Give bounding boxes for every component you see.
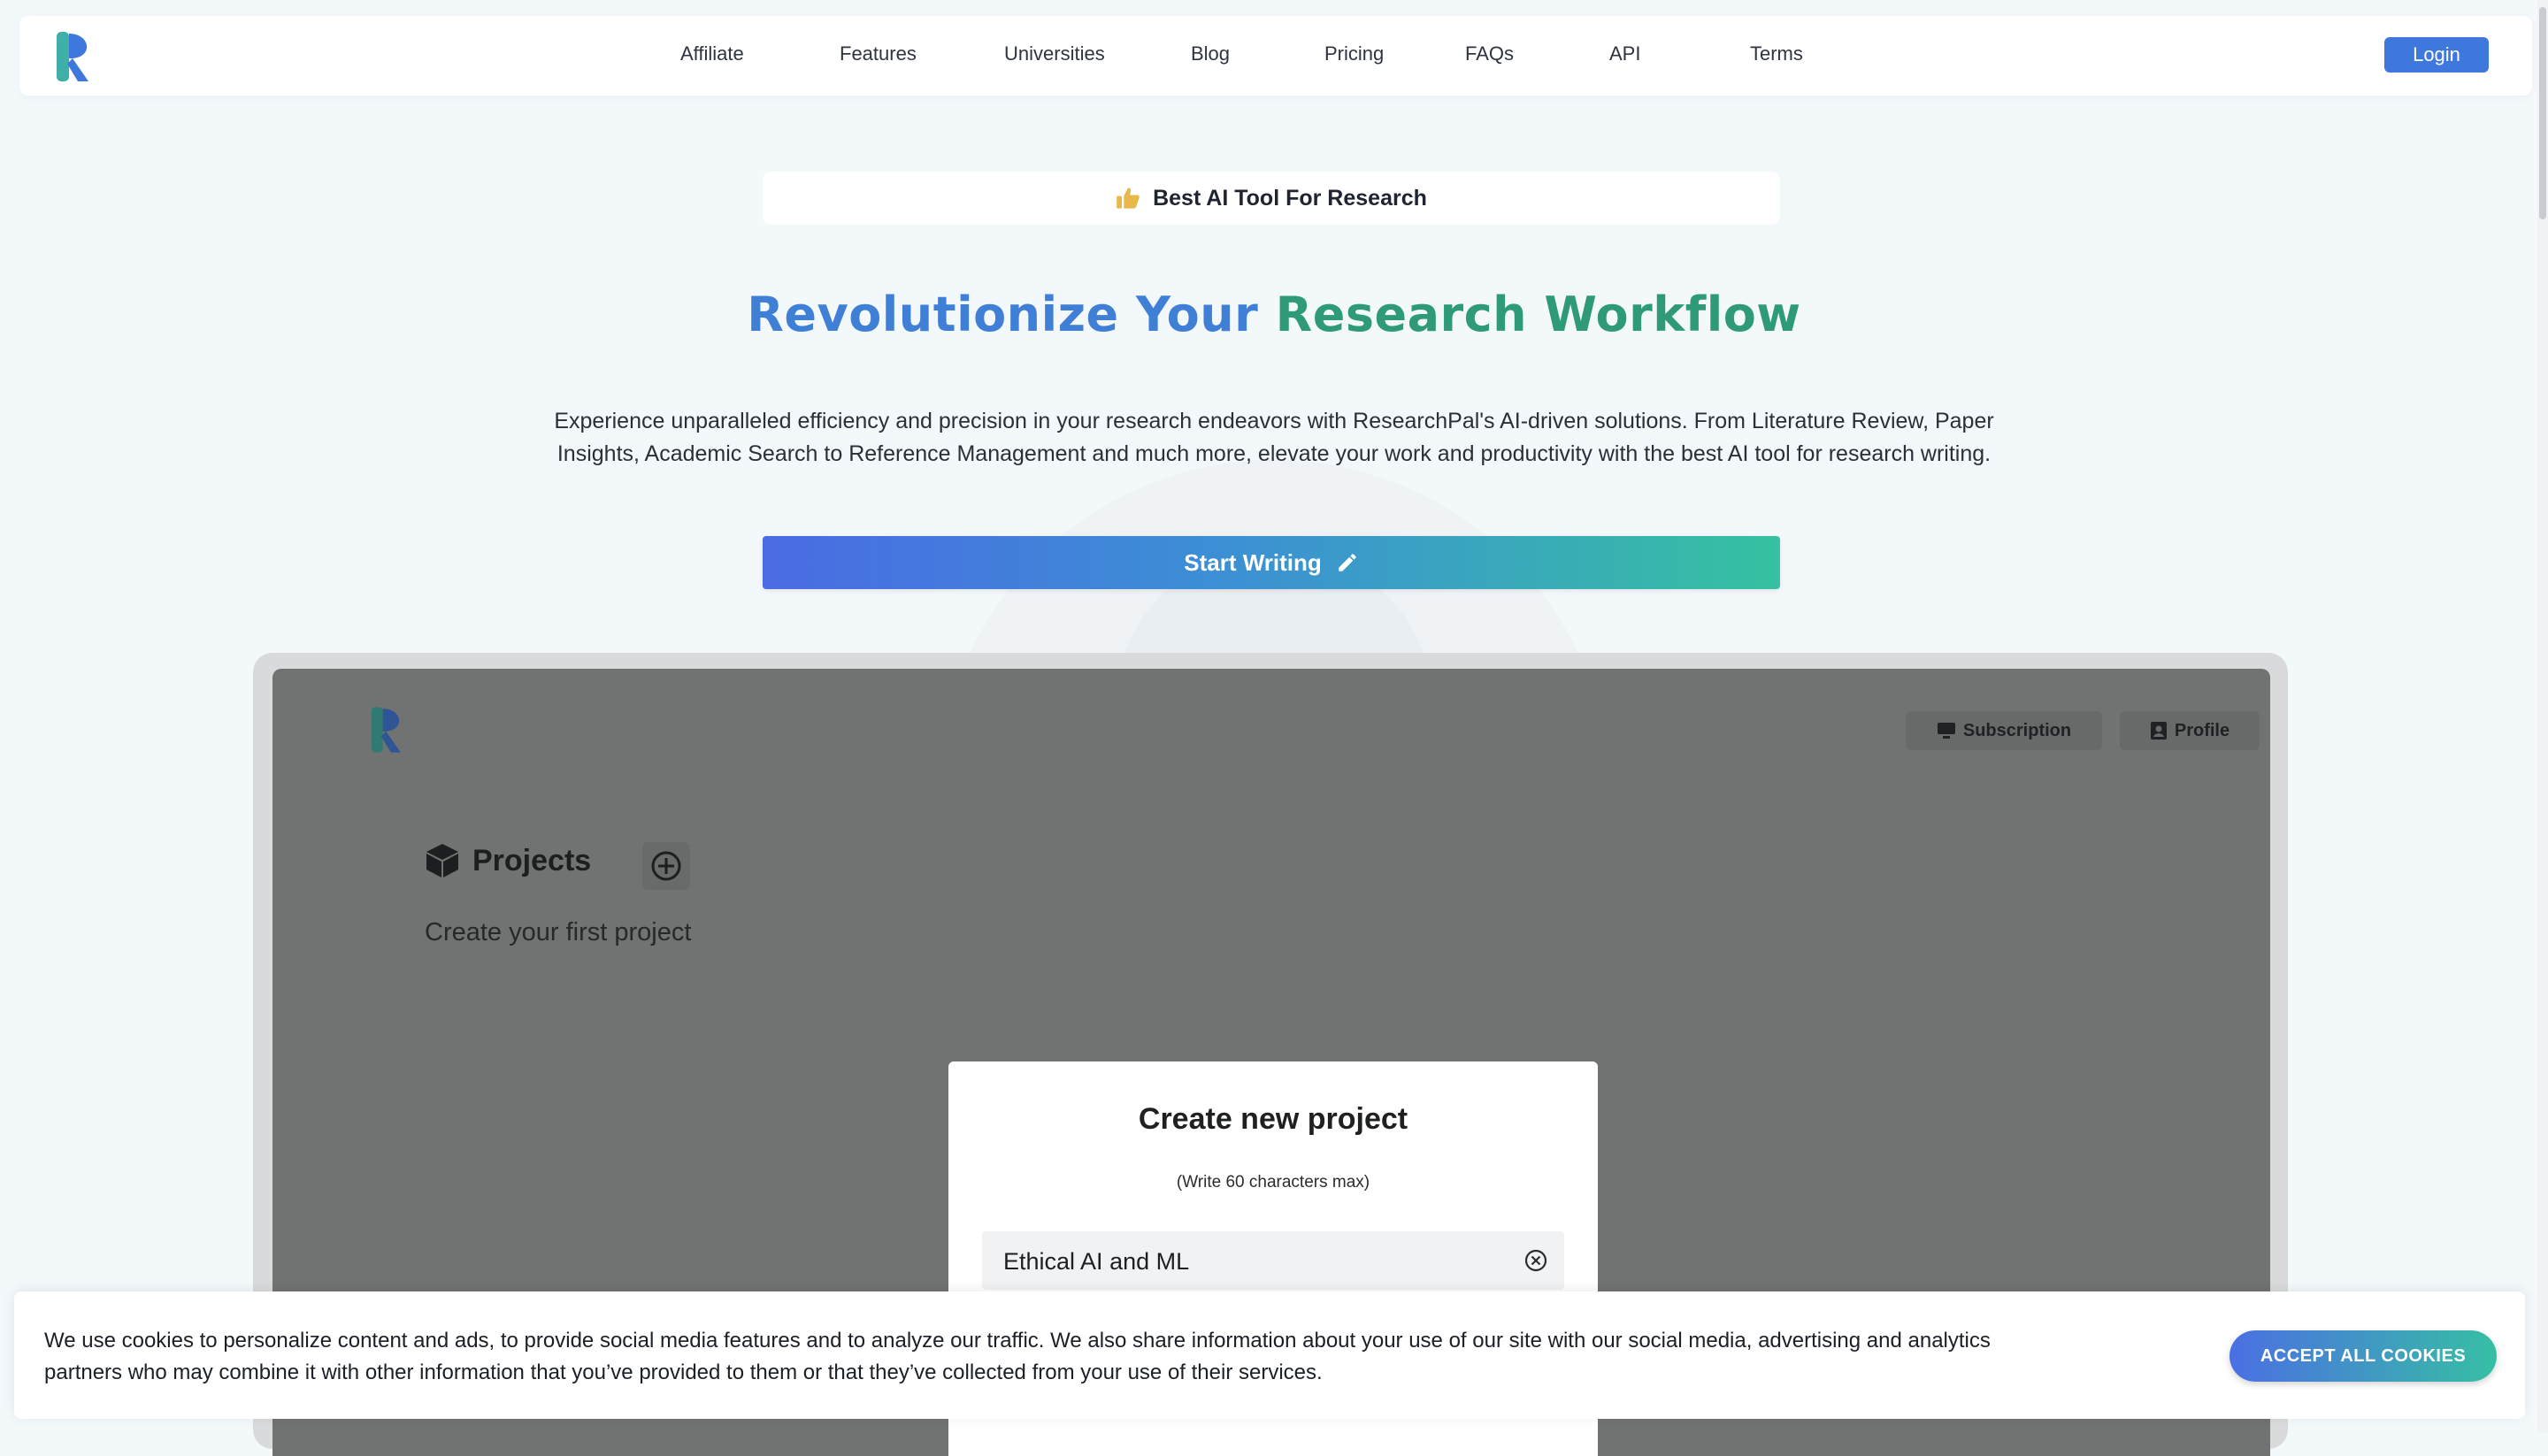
- modal-title: Create new project: [1138, 1102, 1408, 1136]
- close-circle-icon: [1524, 1249, 1547, 1272]
- hero-headline: Revolutionize Your Research Workflow: [0, 287, 2548, 342]
- modal-hint: (Write 60 characters max): [1176, 1173, 1370, 1192]
- project-name-field: [982, 1231, 1564, 1290]
- cube-icon: [426, 844, 458, 877]
- preview-logo: [371, 707, 401, 753]
- headline-part-green: Research Workflow: [1275, 287, 1801, 342]
- project-name-input[interactable]: [1002, 1240, 1500, 1283]
- preview-subscription-button[interactable]: Subscription: [1906, 711, 2102, 750]
- nav-universities[interactable]: Universities: [1004, 42, 1105, 65]
- accept-cookies-button[interactable]: ACCEPT ALL COOKIES: [2230, 1330, 2497, 1382]
- nav-affiliate[interactable]: Affiliate: [680, 42, 744, 65]
- login-button[interactable]: Login: [2384, 37, 2489, 73]
- nav-terms[interactable]: Terms: [1750, 42, 1803, 65]
- nav-pricing[interactable]: Pricing: [1324, 42, 1384, 65]
- start-writing-button[interactable]: Start Writing: [763, 536, 1780, 589]
- cookie-text: We use cookies to personalize content an…: [44, 1329, 1991, 1384]
- monitor-icon: [1937, 723, 1955, 739]
- preview-subscription-label: Subscription: [1962, 720, 2072, 740]
- scrollbar-thumb[interactable]: [2539, 7, 2546, 219]
- headline-part-blue: Revolutionize Your: [747, 287, 1259, 342]
- nav-api[interactable]: API: [1609, 42, 1640, 65]
- nav-faqs[interactable]: FAQs: [1465, 42, 1514, 65]
- start-writing-label: Start Writing: [1184, 548, 1322, 576]
- nav-blog[interactable]: Blog: [1191, 42, 1230, 65]
- projects-title-text: Projects: [472, 843, 592, 877]
- cookie-banner: We use cookies to personalize content an…: [14, 1291, 2525, 1419]
- badge-text: Best AI Tool For Research: [1153, 185, 1427, 211]
- hero-description: Experience unparalleled efficiency and p…: [554, 409, 1994, 466]
- thumbs-up-icon: [1117, 188, 1140, 209]
- preview-profile-button[interactable]: Profile: [2120, 711, 2260, 750]
- researchpal-logo[interactable]: [55, 30, 97, 83]
- hero-badge: Best AI Tool For Research: [763, 172, 1780, 225]
- empty-projects-text: Create your first project: [425, 918, 692, 946]
- preview-profile-label: Profile: [2174, 720, 2230, 740]
- projects-heading: Projects: [425, 842, 591, 879]
- top-navbar: Affiliate Features Universities Blog Pri…: [19, 16, 2532, 96]
- plus-circle-icon: [651, 851, 681, 881]
- add-project-button[interactable]: [642, 842, 690, 890]
- nav-features[interactable]: Features: [840, 42, 917, 65]
- profile-icon: [2150, 722, 2167, 739]
- pencil-icon: [1339, 554, 1356, 571]
- clear-input-button[interactable]: [1523, 1248, 1548, 1273]
